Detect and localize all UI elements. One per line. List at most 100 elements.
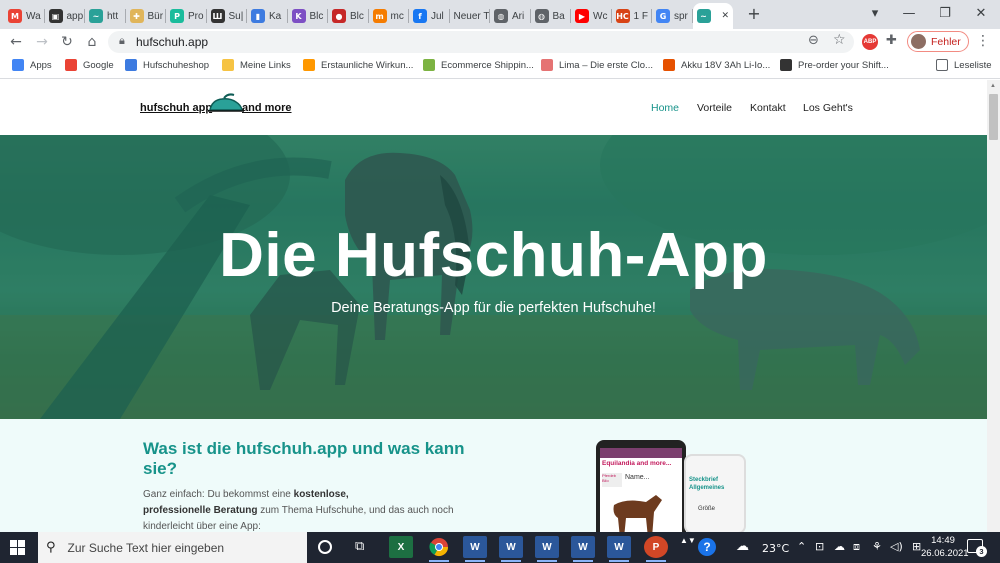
tab-17[interactable]: Gspr bbox=[652, 3, 693, 29]
gmail-icon: M bbox=[8, 9, 22, 23]
taskbar-search[interactable]: ⚲ Zur Suche Text hier eingeben bbox=[38, 532, 307, 563]
tab-11[interactable]: f Jul bbox=[409, 3, 450, 29]
tab-2[interactable]: ▣ app bbox=[45, 3, 85, 29]
bookmark-label: Pre-order your Shift... bbox=[798, 59, 889, 71]
tray-icon-1[interactable]: ⊡ bbox=[815, 540, 824, 553]
hero-section: Die Hufschuh-App Deine Beratungs-App für… bbox=[0, 135, 987, 419]
home-button[interactable]: ⌂ bbox=[82, 32, 102, 52]
tab-label: Blc bbox=[350, 10, 364, 22]
tab-search-icon[interactable]: ▾ bbox=[858, 0, 892, 27]
about-text: Ganz einfach: Du bekommst eine kostenlos… bbox=[143, 487, 473, 532]
tab-9[interactable]: ● Blc bbox=[328, 3, 369, 29]
chrome-icon[interactable] bbox=[427, 536, 451, 562]
tab-6[interactable]: Ш Su| bbox=[207, 3, 247, 29]
tab-16[interactable]: HC 1 F bbox=[612, 3, 652, 29]
tab-12[interactable]: Neuer T bbox=[450, 3, 490, 29]
page-scrollbar[interactable]: ▲ bbox=[987, 80, 1000, 532]
bookmark-5[interactable]: Erstaunliche Wirkun... bbox=[303, 59, 413, 71]
bookmark-label: Apps bbox=[30, 59, 52, 71]
tab-3[interactable]: ~ htt bbox=[85, 3, 126, 29]
phone-back-header: Steckbrief Allgemeines bbox=[689, 477, 725, 491]
reading-list[interactable]: Leseliste bbox=[936, 59, 992, 71]
tab-label: spr bbox=[674, 10, 688, 22]
back-button[interactable]: ← bbox=[6, 32, 26, 52]
bookmark-label: Erstaunliche Wirkun... bbox=[321, 59, 414, 71]
powerpoint-icon[interactable]: P bbox=[644, 536, 668, 562]
excel-icon[interactable]: X bbox=[389, 536, 413, 558]
bookmark-star-icon[interactable]: ☆ bbox=[833, 32, 846, 48]
address-bar[interactable]: 🔒︎ hufschuh.app ⊖ ☆ bbox=[108, 31, 854, 53]
word-icon-4[interactable]: W bbox=[571, 536, 595, 562]
tab-15[interactable]: ▶ Wc bbox=[571, 3, 612, 29]
taskbar-overflow[interactable]: ▲▼ bbox=[680, 536, 696, 559]
tab-13[interactable]: ◍ Ari bbox=[490, 3, 531, 29]
google-icon: G bbox=[656, 9, 670, 23]
task-view-icon[interactable]: ⧉ bbox=[355, 539, 364, 554]
forward-button[interactable]: → bbox=[32, 32, 52, 52]
folder-icon bbox=[222, 59, 234, 71]
language-icon[interactable]: ⊞ bbox=[912, 540, 921, 553]
tab-5[interactable]: P Pro bbox=[166, 3, 207, 29]
weather-temperature[interactable]: 23°C bbox=[762, 542, 789, 555]
windows-start-icon[interactable] bbox=[10, 540, 25, 555]
tab-18[interactable]: ~ ✕ bbox=[692, 3, 733, 29]
nav-los-gehts[interactable]: Los Geht's bbox=[803, 102, 853, 114]
scroll-up-icon[interactable]: ▲ bbox=[990, 83, 996, 89]
adblock-icon[interactable]: ABP bbox=[862, 34, 878, 50]
tab-4[interactable]: ✚ Bür bbox=[126, 3, 166, 29]
minimize-button[interactable]: — bbox=[892, 0, 926, 27]
bookmark-2[interactable]: Google bbox=[65, 59, 114, 71]
clock[interactable]: 14:49 26.06.2021 bbox=[921, 534, 969, 560]
restore-button[interactable]: ❐ bbox=[928, 0, 962, 27]
m-logo-icon: m bbox=[372, 9, 387, 23]
tab-8[interactable]: K Blc bbox=[288, 3, 328, 29]
word-icon-5[interactable]: W bbox=[607, 536, 631, 562]
logo-text-left: hufschuh app bbox=[140, 102, 213, 114]
extensions-icon[interactable]: ✚ bbox=[886, 33, 897, 48]
nav-kontakt[interactable]: Kontakt bbox=[750, 102, 786, 114]
close-window-button[interactable]: ✕ bbox=[964, 0, 998, 27]
profile-button[interactable]: Fehler bbox=[907, 31, 969, 52]
bookmark-1[interactable]: Apps bbox=[12, 59, 52, 71]
phone-name-field: Name... bbox=[625, 474, 650, 481]
bookmark-7[interactable]: Lima – Die erste Clo... bbox=[541, 59, 653, 71]
nav-home[interactable]: Home bbox=[651, 102, 679, 114]
tab-14[interactable]: ◍ Ba bbox=[531, 3, 571, 29]
bookmark-8[interactable]: Akku 18V 3Ah Li-Io... bbox=[663, 59, 770, 71]
bookmark-6[interactable]: Ecommerce Shippin... bbox=[423, 59, 534, 71]
tray-chevron-icon[interactable]: ⌃ bbox=[797, 540, 806, 553]
reading-list-icon bbox=[936, 59, 948, 71]
tab-label: 1 F bbox=[633, 10, 648, 22]
nav-vorteile[interactable]: Vorteile bbox=[697, 102, 732, 114]
tab-label: mc bbox=[390, 10, 404, 22]
menu-dots-icon[interactable]: ⋮ bbox=[976, 33, 990, 49]
scrollbar-thumb[interactable] bbox=[989, 94, 998, 140]
close-tab-icon[interactable]: ✕ bbox=[721, 11, 729, 21]
windows-taskbar: ⚲ Zur Suche Text hier eingeben ⧉ X W W W… bbox=[0, 532, 1000, 563]
youtube-icon: ▶ bbox=[575, 9, 589, 23]
tab-1[interactable]: M Wa bbox=[4, 3, 45, 29]
volume-icon[interactable]: ◁) bbox=[890, 540, 903, 553]
new-tab-button[interactable]: + bbox=[737, 0, 771, 27]
bookmark-4[interactable]: Meine Links bbox=[222, 59, 291, 71]
horse-logo-icon: ~ bbox=[89, 9, 103, 23]
onedrive-icon[interactable]: ☁ bbox=[834, 540, 845, 553]
network-icon[interactable]: ⚘ bbox=[872, 540, 882, 553]
help-icon[interactable]: ? bbox=[698, 538, 716, 556]
cortana-icon[interactable] bbox=[318, 540, 332, 554]
k-logo-icon: K bbox=[291, 9, 306, 23]
word-icon-3[interactable]: W bbox=[535, 536, 559, 562]
bookmark-3[interactable]: Hufschuheshop bbox=[125, 59, 209, 71]
zoom-icon[interactable]: ⊖ bbox=[808, 33, 819, 48]
bookmark-label: Ecommerce Shippin... bbox=[441, 59, 534, 71]
reload-button[interactable]: ↻ bbox=[57, 32, 77, 52]
notification-icon[interactable]: 3 bbox=[967, 539, 987, 557]
bookmark-9[interactable]: Pre-order your Shift... bbox=[780, 59, 889, 71]
word-icon-1[interactable]: W bbox=[463, 536, 487, 562]
tab-10[interactable]: m mc bbox=[369, 3, 409, 29]
word-icon-2[interactable]: W bbox=[499, 536, 523, 562]
tab-7[interactable]: ▮ Ka bbox=[247, 3, 288, 29]
weather-cloud-icon[interactable]: ☁ bbox=[736, 539, 749, 554]
tab-label: Wa bbox=[26, 10, 41, 22]
tray-icon-3[interactable]: ⧈ bbox=[853, 540, 860, 554]
